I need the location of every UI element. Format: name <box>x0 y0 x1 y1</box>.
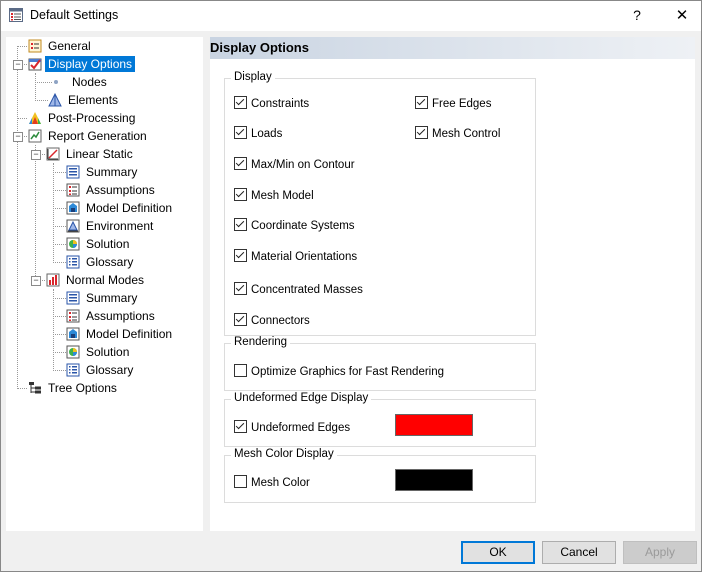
tree-item-ls-assumptions[interactable]: Assumptions <box>66 182 158 200</box>
checkbox-box <box>234 282 247 295</box>
rendering-group: Rendering Optimize Graphics for Fast Ren… <box>224 336 536 391</box>
mesh-model-checkbox[interactable]: Mesh Model <box>234 188 314 202</box>
undeformed-edges-checkbox[interactable]: Undeformed Edges <box>234 420 350 434</box>
element-triangle-icon <box>48 93 62 107</box>
tree-item-tree-options[interactable]: Tree Options <box>28 380 120 398</box>
tree-item-ls-glossary[interactable]: Glossary <box>66 254 136 272</box>
settings-tree: − − − − General Display Options Nodes El… <box>6 37 203 531</box>
display-check-icon <box>28 58 42 71</box>
tree-item-report-generation[interactable]: Report Generation <box>28 128 150 146</box>
tree-item-ls-model-definition[interactable]: Model Definition <box>66 200 175 218</box>
checkbox-box <box>234 364 247 377</box>
checkbox-box <box>234 188 247 201</box>
assumptions-icon <box>66 309 80 323</box>
checkbox-box <box>234 313 247 326</box>
coordinate-systems-checkbox[interactable]: Coordinate Systems <box>234 218 355 232</box>
tree-item-nm-summary[interactable]: Summary <box>66 290 140 308</box>
ok-button[interactable]: OK <box>461 541 535 564</box>
checkbox-box <box>234 126 247 139</box>
glossary-icon <box>66 363 80 377</box>
summary-icon <box>66 165 80 179</box>
checkbox-box <box>234 249 247 262</box>
linear-graph-icon <box>46 147 60 161</box>
mesh-color-checkbox[interactable]: Mesh Color <box>234 475 310 489</box>
undeformed-edge-color-swatch[interactable] <box>395 414 473 436</box>
checklist-icon <box>28 39 42 53</box>
title-bar: Default Settings ? ✕ <box>0 0 702 31</box>
model-definition-icon <box>66 327 80 341</box>
node-dot-icon <box>54 80 58 84</box>
checkbox-box <box>234 96 247 109</box>
checkbox-box <box>234 475 247 488</box>
report-icon <box>28 129 42 143</box>
concentrated-masses-checkbox[interactable]: Concentrated Masses <box>234 282 363 296</box>
close-button[interactable]: ✕ <box>662 0 702 31</box>
tree-item-normal-modes[interactable]: Normal Modes <box>46 272 147 290</box>
display-group: Display Constraints Loads Max/Min on Con… <box>224 71 536 336</box>
checkbox-box <box>415 96 428 109</box>
tree-item-elements[interactable]: Elements <box>48 92 121 110</box>
mesh-control-checkbox[interactable]: Mesh Control <box>415 126 500 140</box>
bar-graph-icon <box>46 273 60 287</box>
mesh-color-group-label: Mesh Color Display <box>231 448 337 460</box>
display-group-label: Display <box>231 71 275 83</box>
summary-icon <box>66 291 80 305</box>
tree-item-post-processing[interactable]: Post-Processing <box>28 110 138 128</box>
undeformed-edge-group: Undeformed Edge Display Undeformed Edges <box>224 392 536 447</box>
tree-item-linear-static[interactable]: Linear Static <box>46 146 136 164</box>
glossary-icon <box>66 255 80 269</box>
tree-item-ls-environment[interactable]: Environment <box>66 218 156 236</box>
display-options-panel: Display Options Display Constraints Load… <box>210 37 695 531</box>
collapse-linear-static-icon[interactable]: − <box>31 150 41 160</box>
help-button[interactable]: ? <box>620 0 654 31</box>
collapse-report-generation-icon[interactable]: − <box>13 132 23 142</box>
free-edges-checkbox[interactable]: Free Edges <box>415 96 491 110</box>
tree-item-ls-summary[interactable]: Summary <box>66 164 140 182</box>
rendering-group-label: Rendering <box>231 336 291 348</box>
environment-icon <box>66 219 80 233</box>
tree-item-nodes[interactable]: Nodes <box>52 74 110 92</box>
constraints-checkbox[interactable]: Constraints <box>234 96 309 110</box>
tree-item-general[interactable]: General <box>28 38 94 56</box>
solution-icon <box>66 237 80 251</box>
window-title: Default Settings <box>30 8 119 22</box>
tree-structure-icon <box>29 382 41 394</box>
checkbox-box <box>234 420 247 433</box>
contour-plot-icon <box>29 112 41 124</box>
tree-item-nm-assumptions[interactable]: Assumptions <box>66 308 158 326</box>
apply-button[interactable]: Apply <box>623 541 697 564</box>
mesh-color-swatch[interactable] <box>395 469 473 491</box>
material-orientations-checkbox[interactable]: Material Orientations <box>234 249 357 263</box>
maxmin-contour-checkbox[interactable]: Max/Min on Contour <box>234 157 355 171</box>
collapse-display-options-icon[interactable]: − <box>13 60 23 70</box>
checkbox-box <box>415 126 428 139</box>
checkbox-box <box>234 157 247 170</box>
connectors-checkbox[interactable]: Connectors <box>234 313 310 327</box>
panel-header: Display Options <box>210 37 695 59</box>
tree-item-nm-glossary[interactable]: Glossary <box>66 362 136 380</box>
tree-item-display-options[interactable]: Display Options <box>28 56 136 74</box>
panel-title: Display Options <box>210 40 309 55</box>
assumptions-icon <box>66 183 80 197</box>
mesh-color-group: Mesh Color Display Mesh Color <box>224 448 536 503</box>
settings-app-icon <box>9 8 23 22</box>
tree-item-nm-model-definition[interactable]: Model Definition <box>66 326 175 344</box>
solution-icon <box>66 345 80 359</box>
tree-item-nm-solution[interactable]: Solution <box>66 344 132 362</box>
tree-item-ls-solution[interactable]: Solution <box>66 236 132 254</box>
optimize-graphics-checkbox[interactable]: Optimize Graphics for Fast Rendering <box>234 364 444 378</box>
model-definition-icon <box>66 201 80 215</box>
cancel-button[interactable]: Cancel <box>542 541 616 564</box>
collapse-normal-modes-icon[interactable]: − <box>31 276 41 286</box>
loads-checkbox[interactable]: Loads <box>234 126 282 140</box>
checkbox-box <box>234 218 247 231</box>
undeformed-group-label: Undeformed Edge Display <box>231 392 372 404</box>
